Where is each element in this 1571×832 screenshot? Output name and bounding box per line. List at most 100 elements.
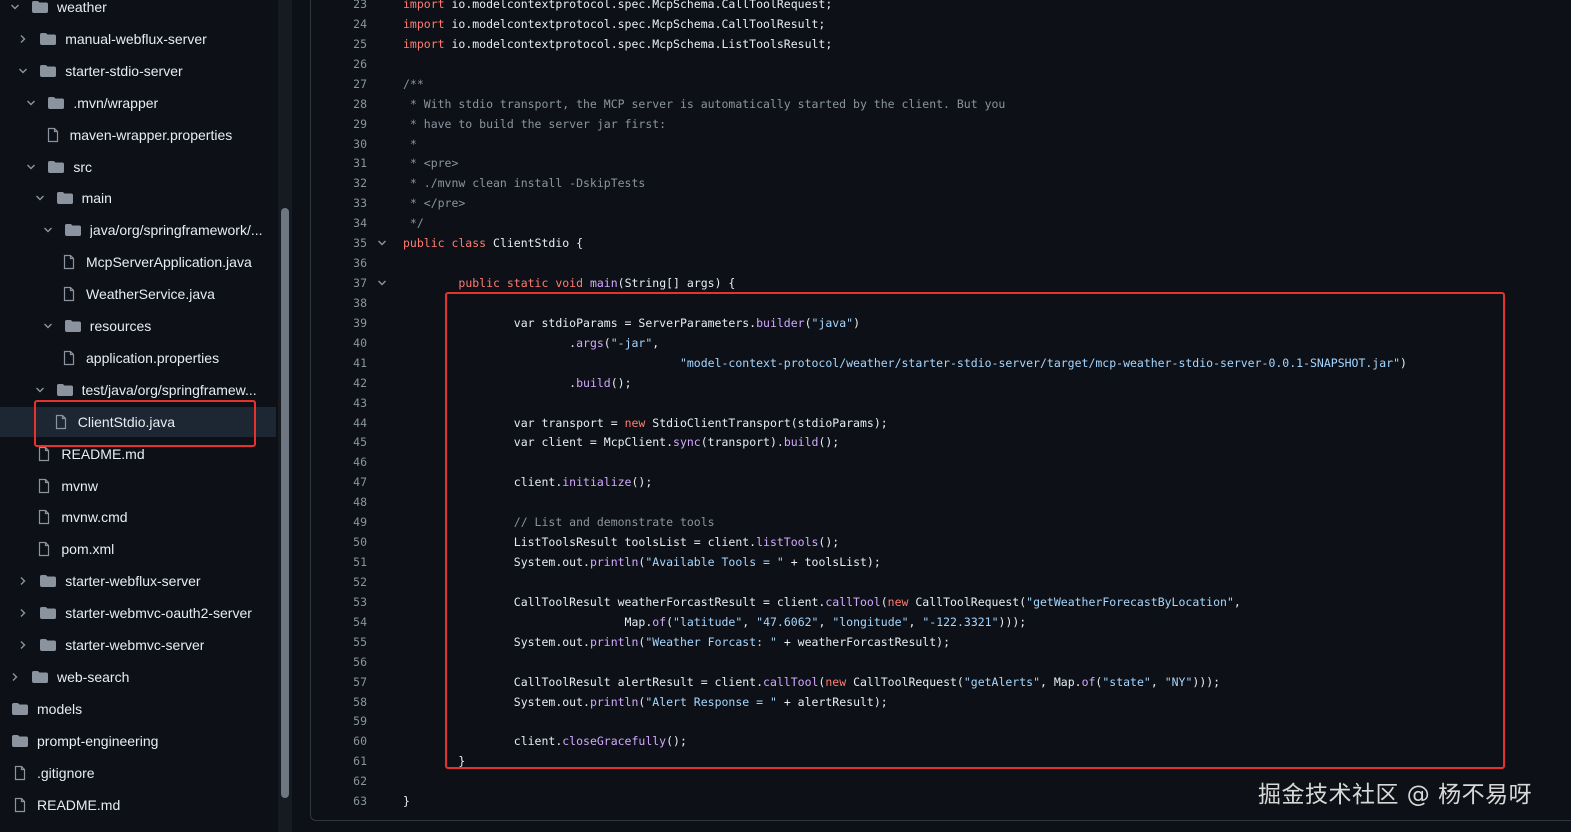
line-number[interactable]: 42 (311, 373, 367, 393)
line-number[interactable]: 62 (311, 771, 367, 791)
line-number[interactable]: 61 (311, 751, 367, 771)
line-number[interactable]: 30 (311, 134, 367, 154)
line-number[interactable]: 43 (311, 393, 367, 413)
sidebar-scrollbar-thumb[interactable] (281, 208, 289, 798)
code-token: initialize (562, 475, 632, 490)
line-number[interactable]: 59 (311, 711, 367, 731)
code-token: (); (818, 535, 840, 550)
chevron-right-icon[interactable] (16, 606, 30, 620)
tree-folder[interactable]: web-search (0, 662, 276, 692)
code-text: import io.modelcontextprotocol.spec.McpS… (403, 34, 832, 54)
fold-chevron-icon[interactable] (377, 233, 389, 254)
tree-file[interactable]: .gitignore (0, 758, 276, 788)
chevron-down-icon[interactable] (41, 223, 55, 237)
line-number[interactable]: 25 (311, 34, 367, 54)
line-number[interactable]: 41 (311, 353, 367, 373)
line-number[interactable]: 28 (311, 94, 367, 114)
line-number[interactable]: 55 (311, 632, 367, 652)
code-line: 29 * have to build the server jar first: (311, 114, 1571, 134)
line-number[interactable]: 39 (311, 313, 367, 333)
chevron-right-icon[interactable] (16, 32, 30, 46)
tree-folder[interactable]: starter-webmvc-server (0, 630, 276, 660)
line-number[interactable]: 24 (311, 14, 367, 34)
tree-file[interactable]: mvnw (0, 471, 276, 501)
tree-folder[interactable]: starter-webmvc-oauth2-server (0, 598, 276, 628)
line-number[interactable]: 50 (311, 532, 367, 552)
line-number[interactable]: 37 (311, 273, 367, 293)
tree-folder[interactable]: .mvn/wrapper (0, 88, 276, 118)
chevron-right-icon[interactable] (16, 638, 30, 652)
chevron-down-icon[interactable] (24, 96, 38, 110)
code-line: 43 (311, 393, 1571, 413)
tree-folder[interactable]: prompt-engineering (0, 726, 276, 756)
code-token: ))); (998, 614, 1027, 629)
tree-folder[interactable]: weather (0, 0, 276, 22)
line-number[interactable]: 57 (311, 672, 367, 692)
code-token: Map. (403, 614, 653, 629)
line-number[interactable]: 27 (311, 74, 367, 94)
line-number[interactable]: 51 (311, 552, 367, 572)
line-number[interactable]: 45 (311, 432, 367, 452)
chevron-down-icon[interactable] (16, 64, 30, 78)
line-number[interactable]: 40 (311, 333, 367, 353)
code-text: */ (403, 213, 424, 233)
tree-folder[interactable]: main (0, 183, 276, 213)
line-number[interactable]: 38 (311, 293, 367, 313)
line-number[interactable]: 44 (311, 413, 367, 433)
line-number[interactable]: 60 (311, 731, 367, 751)
chevron-down-icon[interactable] (8, 0, 22, 14)
tree-file[interactable]: mvnw.cmd (0, 502, 276, 532)
tree-file[interactable]: README.md (0, 790, 276, 820)
line-number[interactable]: 56 (311, 652, 367, 672)
tree-file[interactable]: README.md (0, 439, 276, 469)
line-number[interactable]: 47 (311, 472, 367, 492)
line-number[interactable]: 36 (311, 253, 367, 273)
tree-folder[interactable]: resources (0, 311, 276, 341)
tree-folder[interactable]: manual-webflux-server (0, 24, 276, 54)
line-number[interactable]: 58 (311, 692, 367, 712)
tree-file[interactable]: McpServerApplication.java (0, 247, 276, 277)
tree-file[interactable]: maven-wrapper.properties (0, 120, 276, 150)
tree-folder[interactable]: test/java/org/springframew... (0, 375, 276, 405)
chevron-down-icon[interactable] (33, 191, 47, 205)
code-line: 38 (311, 293, 1571, 313)
line-number[interactable]: 26 (311, 54, 367, 74)
line-number[interactable]: 34 (311, 213, 367, 233)
tree-file[interactable]: application.properties (0, 343, 276, 373)
line-number[interactable]: 32 (311, 173, 367, 193)
line-number[interactable]: 48 (311, 492, 367, 512)
chevron-right-icon[interactable] (8, 670, 22, 684)
line-number[interactable]: 46 (311, 452, 367, 472)
tree-folder[interactable]: src (0, 152, 276, 182)
fold-chevron-icon[interactable] (377, 273, 389, 294)
chevron-down-icon[interactable] (33, 383, 47, 397)
tree-folder[interactable]: starter-stdio-server (0, 56, 276, 86)
line-number[interactable]: 23 (311, 0, 367, 14)
tree-folder[interactable]: java/org/springframework/... (0, 215, 276, 245)
folder-icon (64, 318, 81, 334)
tree-folder[interactable]: models (0, 694, 276, 724)
tree-file[interactable]: pom.xml (0, 534, 276, 564)
line-number[interactable]: 33 (311, 193, 367, 213)
line-number[interactable]: 63 (311, 791, 367, 811)
tree-file[interactable]: WeatherService.java (0, 279, 276, 309)
tree-folder[interactable]: starter-webflux-server (0, 566, 276, 596)
code-token: (); (610, 375, 632, 390)
tree-file[interactable]: ClientStdio.java (0, 406, 276, 437)
chevron-down-icon[interactable] (41, 319, 55, 333)
line-number[interactable]: 49 (311, 512, 367, 532)
line-number[interactable]: 54 (311, 612, 367, 632)
chevron-right-icon[interactable] (16, 574, 30, 588)
tree-item-label: .mvn/wrapper (73, 94, 159, 111)
chevron-down-icon[interactable] (24, 160, 38, 174)
tree-item-label: web-search (57, 668, 130, 685)
line-number[interactable]: 31 (311, 153, 367, 173)
line-number[interactable]: 35 (311, 233, 367, 253)
line-number[interactable]: 53 (311, 592, 367, 612)
line-number[interactable]: 29 (311, 114, 367, 134)
line-number[interactable]: 52 (311, 572, 367, 592)
tree-item-label: mvnw (61, 477, 98, 494)
code-text: System.out.println("Available Tools = " … (403, 552, 881, 572)
code-line: 47 client.initialize(); (311, 472, 1571, 492)
